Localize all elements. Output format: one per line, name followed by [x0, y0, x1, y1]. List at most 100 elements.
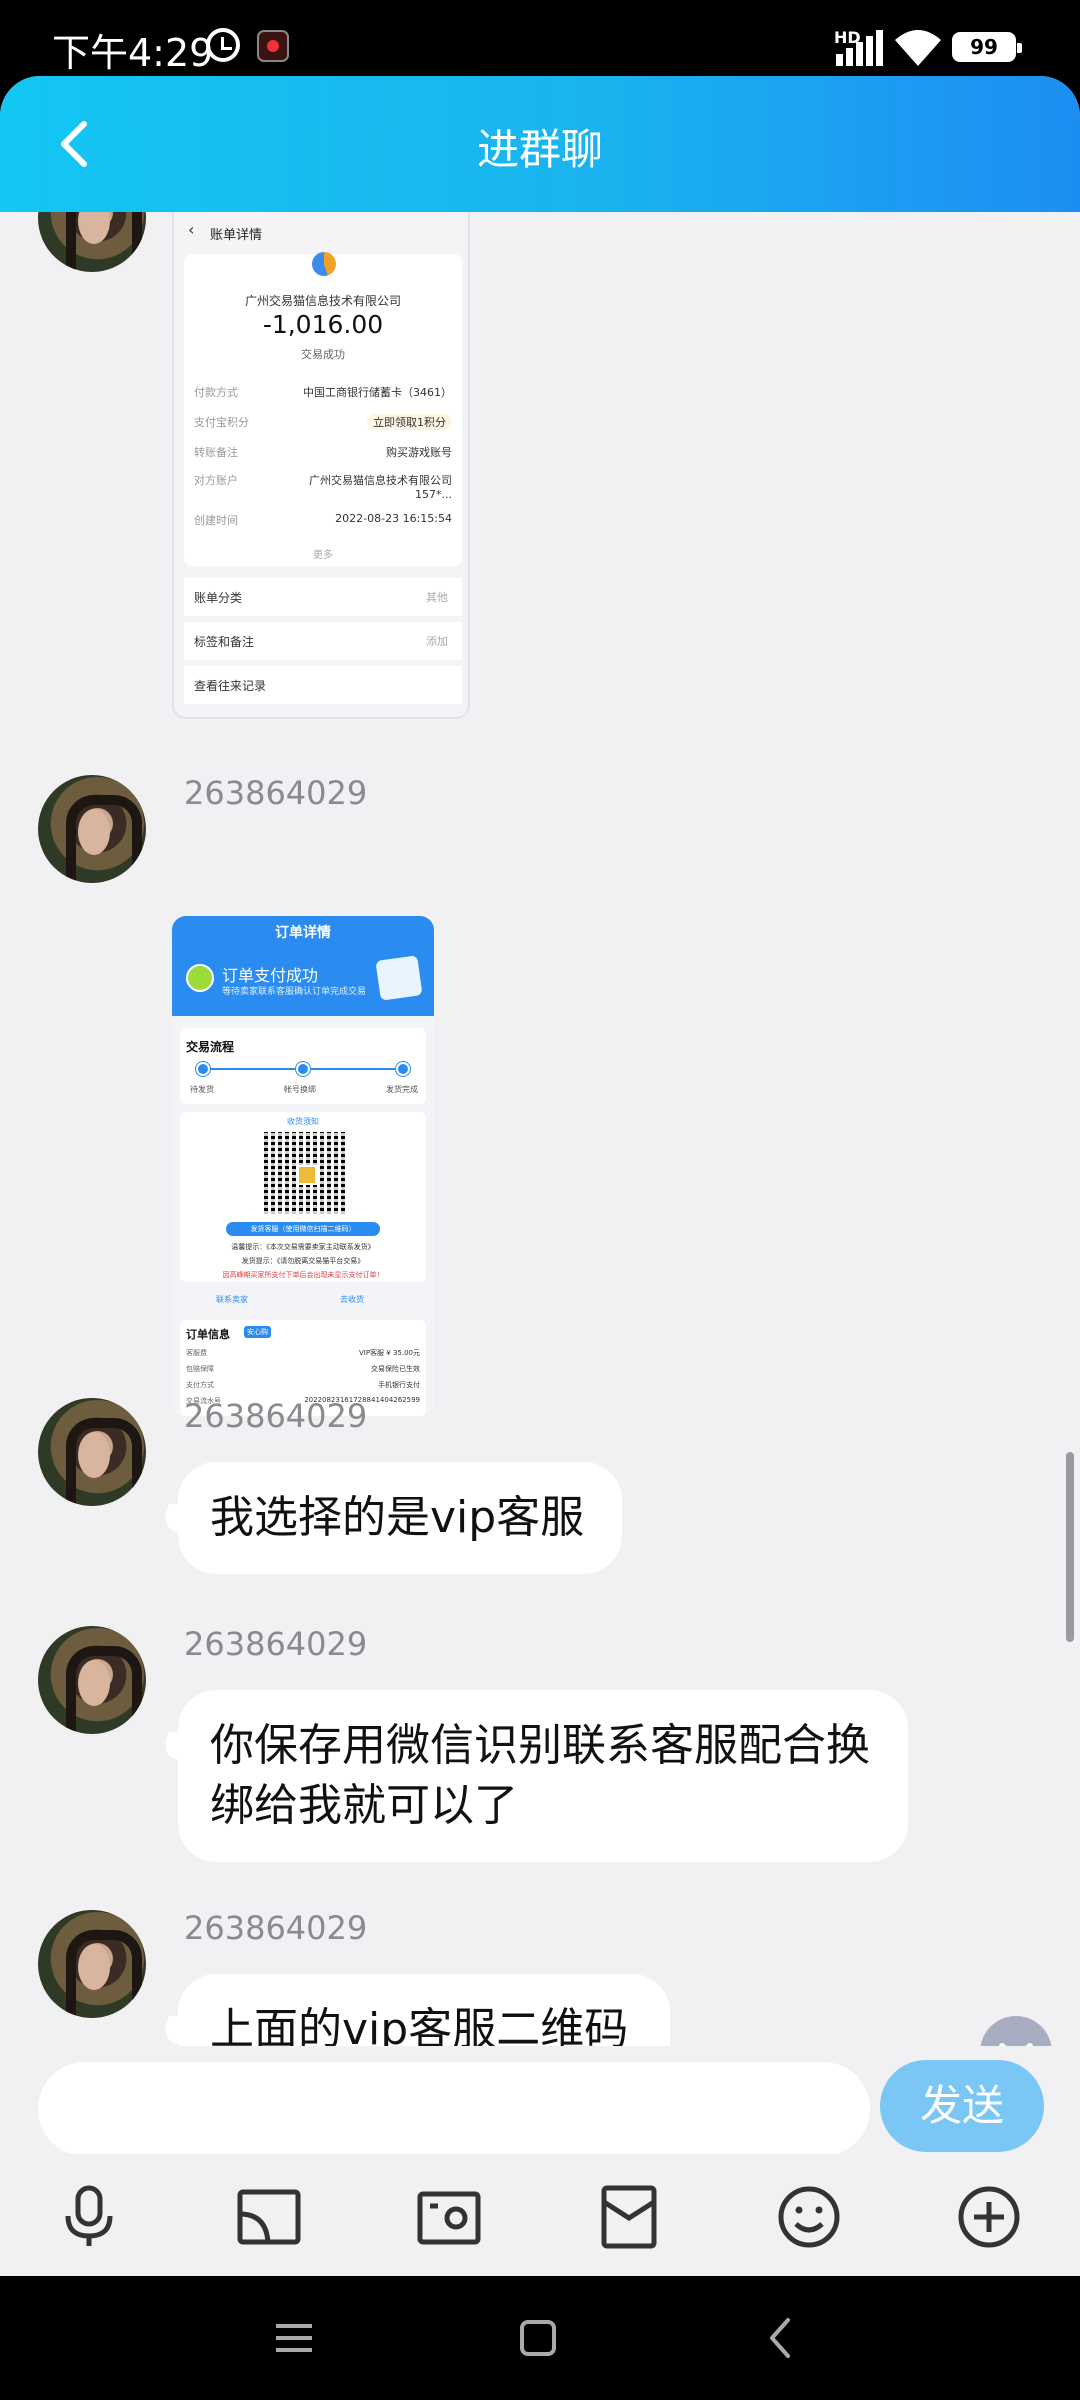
receipt-item: 查看往来记录 [184, 666, 462, 704]
order-row: 支付方式 手机银行支付 [186, 1380, 420, 1392]
check-icon [186, 964, 214, 992]
receipt-item-label: 标签和备注 [194, 635, 255, 649]
order-success: 订单支付成功 [222, 966, 319, 985]
receipt-row-label: 对方账户 [194, 474, 238, 487]
status-time: 下午4:29 [52, 31, 214, 75]
wifi-icon [895, 30, 941, 66]
qr-hint: 收货须知 [287, 1117, 319, 1126]
avatar[interactable] [38, 212, 146, 272]
receipt-row-value: 2022-08-23 16:15:54 [335, 512, 452, 525]
image-message[interactable]: 订单详情 订单支付成功 等待卖家联系客服确认订单完成交易 交易流程 待发货 帐号… [172, 916, 434, 1416]
message-bubble[interactable]: 你保存用微信识别联系客服配合换绑给我就可以了 [178, 1690, 908, 1862]
microphone-icon[interactable] [56, 2184, 122, 2250]
menu-icon[interactable] [270, 2314, 318, 2362]
qr-button: 发货客服（使用微信扫描二维码） [226, 1222, 380, 1236]
receipt-row-value: 购买游戏账号 [386, 446, 452, 459]
flow-step-dot [396, 1062, 410, 1076]
receipt-header-title: 账单详情 [210, 228, 263, 243]
qr-note: 温馨提示：《本次交易需要卖家主动联系发货》 [231, 1243, 375, 1251]
avatar[interactable] [38, 775, 146, 883]
receipt-row-value: 中国工商银行储蓄卡（3461） [303, 386, 452, 399]
order-row-value: VIP客服 ¥ 35.00元 [358, 1349, 420, 1357]
receipt-row: 付款方式 中国工商银行储蓄卡（3461） [194, 384, 452, 402]
receipt-row: 创建时间 2022-08-23 16:15:54 [194, 512, 452, 530]
receipt-card: 广州交易猫信息技术有限公司 -1,016.00 交易成功 付款方式 中国工商银行… [184, 252, 462, 566]
sender-name: 263864029 [184, 1625, 368, 1663]
input-toolbar [0, 2154, 1080, 2276]
receipt-item: 账单分类 其他 [184, 578, 462, 616]
title-bar: 进群聊 [0, 76, 1080, 212]
order-row-label: 支付方式 [186, 1381, 214, 1389]
chat-screen: 进群聊 ‹ 账单详情 广州交易猫信息技术有限公司 -1,016.00 交易成功 … [0, 76, 1080, 2276]
message-list[interactable]: ‹ 账单详情 广州交易猫信息技术有限公司 -1,016.00 交易成功 付款方式… [0, 212, 1080, 2046]
chevron-left-icon: ‹ [188, 220, 195, 239]
flow-step-label: 待发货 [190, 1085, 214, 1094]
contact-seller-link: 联系卖家 [216, 1295, 248, 1304]
receipt-row-label: 创建时间 [194, 514, 238, 527]
receipt-links: 联系卖家 去收货 [180, 1288, 426, 1312]
qr-card: 收货须知 发货客服（使用微信扫描二维码） 温馨提示：《本次交易需要卖家主动联系发… [180, 1112, 426, 1282]
back-icon[interactable] [758, 2314, 806, 2362]
receipt-row: 对方账户 广州交易猫信息技术有限公司 157*... [194, 472, 452, 506]
order-row: 包赔保障 交易保险已生效 [186, 1364, 420, 1376]
app-notification-icon [257, 30, 289, 62]
qr-warning: 因高峰期买家所支付下单后会出现未显示支付订单！ [222, 1271, 384, 1279]
receive-link: 去收货 [340, 1295, 364, 1304]
receipt-status: 交易成功 [301, 348, 345, 361]
order-row: 客服费 VIP客服 ¥ 35.00元 [186, 1348, 420, 1360]
send-button[interactable]: 发送 [880, 2060, 1044, 2152]
order-row-label: 客服费 [186, 1349, 207, 1357]
avatar[interactable] [38, 1910, 146, 2018]
merchant-logo-icon [312, 252, 336, 276]
receipt-item-value: 添加 [426, 635, 448, 648]
sender-name: 263864029 [184, 774, 368, 812]
qr-note: 发货提示：《请勿脱离交易猫平台交易》 [241, 1257, 365, 1265]
order-title: 订单信息 [186, 1328, 230, 1341]
navigation-bar [0, 2276, 1080, 2400]
alarm-icon [206, 28, 240, 62]
avatar[interactable] [38, 1626, 146, 1734]
receipt-row: 转账备注 购买游戏账号 [194, 444, 452, 462]
receipt-row: 支付宝积分 立即领取1积分 [194, 414, 452, 432]
sender-name: 263864029 [184, 1397, 368, 1435]
message-input[interactable] [38, 2062, 870, 2156]
battery-icon: 99 [952, 32, 1022, 62]
image-message[interactable]: ‹ 账单详情 广州交易猫信息技术有限公司 -1,016.00 交易成功 付款方式… [172, 212, 470, 719]
order-row-value: 手机银行支付 [378, 1381, 420, 1389]
order-tag: 安心购 [244, 1326, 271, 1338]
photo-icon[interactable] [416, 2184, 482, 2250]
receipt-row-label: 支付宝积分 [194, 416, 249, 429]
receipt-header: 订单详情 订单支付成功 等待卖家联系客服确认订单完成交易 [172, 916, 434, 1016]
avatar[interactable] [38, 1398, 146, 1506]
flow-step-dot [296, 1062, 310, 1076]
scrollbar[interactable] [1066, 1452, 1074, 1642]
home-icon[interactable] [514, 2314, 562, 2362]
qr-code-icon [264, 1132, 346, 1214]
receipt-row-value: 立即领取1积分 [367, 414, 452, 430]
signal-icon [836, 30, 883, 66]
message-bubble[interactable]: 上面的vip客服二维码 [178, 1974, 670, 2046]
receipt-item-label: 查看往来记录 [194, 679, 267, 693]
receipt-more: 更多 [313, 550, 333, 561]
flow-card: 交易流程 待发货 帐号换绑 发货完成 [180, 1028, 426, 1104]
plus-icon[interactable] [956, 2184, 1022, 2250]
wallet-icon [375, 955, 423, 1001]
emoji-icon[interactable] [776, 2184, 842, 2250]
page-title: 进群聊 [476, 125, 603, 174]
sender-name: 263864029 [184, 1909, 368, 1947]
receipt-item-label: 账单分类 [194, 591, 243, 605]
receipt-header-title: 订单详情 [275, 925, 331, 941]
cast-icon[interactable] [236, 2184, 302, 2250]
flow-step-label: 发货完成 [386, 1085, 418, 1094]
receipt-amount: -1,016.00 [262, 310, 384, 339]
message-bubble[interactable]: 我选择的是vip客服 [178, 1462, 622, 1574]
order-row-value: 交易保险已生效 [371, 1365, 420, 1373]
status-bar: 下午4:29 HD 99 [0, 0, 1080, 82]
red-packet-icon[interactable] [596, 2184, 662, 2250]
order-row-label: 包赔保障 [186, 1365, 214, 1373]
input-area: 发送 [0, 2046, 1080, 2156]
receipt-item-value: 其他 [426, 591, 448, 604]
receipt-header: ‹ 账单详情 [174, 212, 468, 246]
receipt-row-label: 转账备注 [194, 446, 238, 459]
flow-step-dot [196, 1062, 210, 1076]
